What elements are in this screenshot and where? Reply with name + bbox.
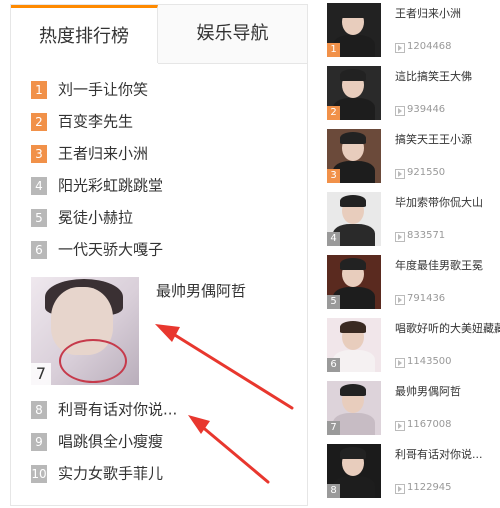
rank-name[interactable]: 百变李先生 <box>58 113 133 131</box>
song-card[interactable]: 4 毕加索带你侃大山 833571 <box>327 192 499 252</box>
rank-item[interactable]: 2 百变李先生 <box>31 107 133 135</box>
song-title[interactable]: 毕加索带你侃大山 <box>395 194 483 210</box>
rank-name[interactable]: 王者归来小洲 <box>58 145 148 163</box>
rank-badge: 7 <box>327 421 340 435</box>
person-hair <box>340 6 366 18</box>
song-title[interactable]: 這比搞笑王大佛 <box>395 68 472 84</box>
rank-item[interactable]: 10 实力女歌手菲儿 <box>31 459 163 487</box>
rank-badge: 8 <box>327 484 340 498</box>
song-title[interactable]: 年度最佳男歌王冕 <box>395 257 483 273</box>
play-count-icon <box>395 295 405 305</box>
song-thumbnail[interactable]: 7 <box>327 381 381 435</box>
song-card[interactable]: 6 唱歌好听的大美妞藏藏 1143500 <box>327 318 500 378</box>
play-count-icon <box>395 421 405 431</box>
song-thumbnail[interactable]: 5 <box>327 255 381 309</box>
rank-badge: 1 <box>327 43 340 57</box>
song-thumbnail[interactable]: 2 <box>327 66 381 120</box>
rank-badge: 4 <box>327 232 340 246</box>
song-title[interactable]: 最帅男偶阿哲 <box>395 383 461 399</box>
play-count: 791436 <box>407 293 446 304</box>
person-hair <box>340 384 366 396</box>
rank-number: 9 <box>31 432 47 451</box>
rank-item[interactable]: 9 唱跳俱全小瘦瘦 <box>31 427 163 455</box>
rank-item[interactable]: 3 王者归来小洲 <box>31 139 148 167</box>
person-hair <box>340 132 366 144</box>
tab-bar: 热度排行榜 娱乐导航 <box>11 5 307 65</box>
rank-name[interactable]: 利哥有话对你说... <box>58 401 177 419</box>
rank-item[interactable]: 1 刘一手让你笑 <box>31 75 148 103</box>
song-title[interactable]: 搞笑天王王小源 <box>395 131 472 147</box>
rank-item[interactable]: 8 利哥有话对你说... <box>31 395 177 423</box>
rank-badge: 2 <box>327 106 340 120</box>
play-count-icon <box>395 169 405 179</box>
featured-item[interactable]: 7 最帅男偶阿哲 <box>31 277 291 389</box>
rank-badge: 5 <box>327 295 340 309</box>
rank-item[interactable]: 4 阳光彩虹跳跳堂 <box>31 171 163 199</box>
tab-hot-ranking[interactable]: 热度排行榜 <box>11 5 158 63</box>
play-count-icon <box>395 106 405 116</box>
song-card[interactable]: 2 這比搞笑王大佛 939446 <box>327 66 499 126</box>
rank-item[interactable]: 6 一代天骄大嘎子 <box>31 235 163 263</box>
rank-number: 5 <box>31 208 47 227</box>
song-card[interactable]: 8 利哥有话对你说... 1122945 <box>327 444 499 504</box>
song-title[interactable]: 王者归来小洲 <box>395 5 461 21</box>
stamp-logo <box>59 339 127 383</box>
song-thumbnail[interactable]: 1 <box>327 3 381 57</box>
song-card[interactable]: 1 王者归来小洲 1204468 <box>327 3 499 63</box>
play-count: 833571 <box>407 230 446 241</box>
play-count: 1122945 <box>407 482 452 493</box>
rank-name[interactable]: 冕徒小赫拉 <box>58 209 133 227</box>
play-count: 1204468 <box>407 41 452 52</box>
song-card[interactable]: 5 年度最佳男歌王冕 791436 <box>327 255 499 315</box>
song-thumbnail[interactable]: 4 <box>327 192 381 246</box>
rank-badge: 6 <box>327 358 340 372</box>
person-hair <box>340 195 366 207</box>
rank-number: 2 <box>31 112 47 131</box>
song-title[interactable]: 唱歌好听的大美妞藏藏 <box>395 320 500 336</box>
play-count: 1167008 <box>407 419 452 430</box>
play-count: 939446 <box>407 104 446 115</box>
play-count-icon <box>395 358 405 368</box>
rank-item[interactable]: 5 冕徒小赫拉 <box>31 203 133 231</box>
rank-number: 8 <box>31 400 47 419</box>
song-title[interactable]: 利哥有话对你说... <box>395 446 483 462</box>
song-thumbnail[interactable]: 6 <box>327 318 381 372</box>
song-card[interactable]: 3 搞笑天王王小源 921550 <box>327 129 499 189</box>
rank-name[interactable]: 阳光彩虹跳跳堂 <box>58 177 163 195</box>
rank-name[interactable]: 实力女歌手菲儿 <box>58 465 163 483</box>
rank-name[interactable]: 刘一手让你笑 <box>58 81 148 99</box>
rank-number: 3 <box>31 144 47 163</box>
rank-name[interactable]: 一代天骄大嘎子 <box>58 241 163 259</box>
person-hair <box>340 69 366 81</box>
play-count-icon <box>395 43 405 53</box>
rank-number: 10 <box>31 464 47 483</box>
person-hair <box>340 258 366 270</box>
rank-number: 7 <box>31 363 51 385</box>
rank-number: 1 <box>31 80 47 99</box>
ranking-panel: 热度排行榜 娱乐导航 1 刘一手让你笑 2 百变李先生 3 王者归来小洲 4 阳光彩虹跳… <box>10 4 308 506</box>
rank-name[interactable]: 唱跳俱全小瘦瘦 <box>58 433 163 451</box>
featured-name[interactable]: 最帅男偶阿哲 <box>156 277 246 305</box>
play-count-icon <box>395 484 405 494</box>
play-count-icon <box>395 232 405 242</box>
person-hair <box>340 447 366 459</box>
featured-thumbnail[interactable]: 7 <box>31 277 139 385</box>
person-hair <box>340 321 366 333</box>
song-card[interactable]: 7 最帅男偶阿哲 1167008 <box>327 381 499 441</box>
tab-entertainment-nav[interactable]: 娱乐导航 <box>158 5 307 64</box>
play-count: 1143500 <box>407 356 452 367</box>
song-thumbnail[interactable]: 3 <box>327 129 381 183</box>
rank-badge: 3 <box>327 169 340 183</box>
rank-number: 6 <box>31 240 47 259</box>
song-thumbnail[interactable]: 8 <box>327 444 381 498</box>
rank-number: 4 <box>31 176 47 195</box>
play-count: 921550 <box>407 167 446 178</box>
